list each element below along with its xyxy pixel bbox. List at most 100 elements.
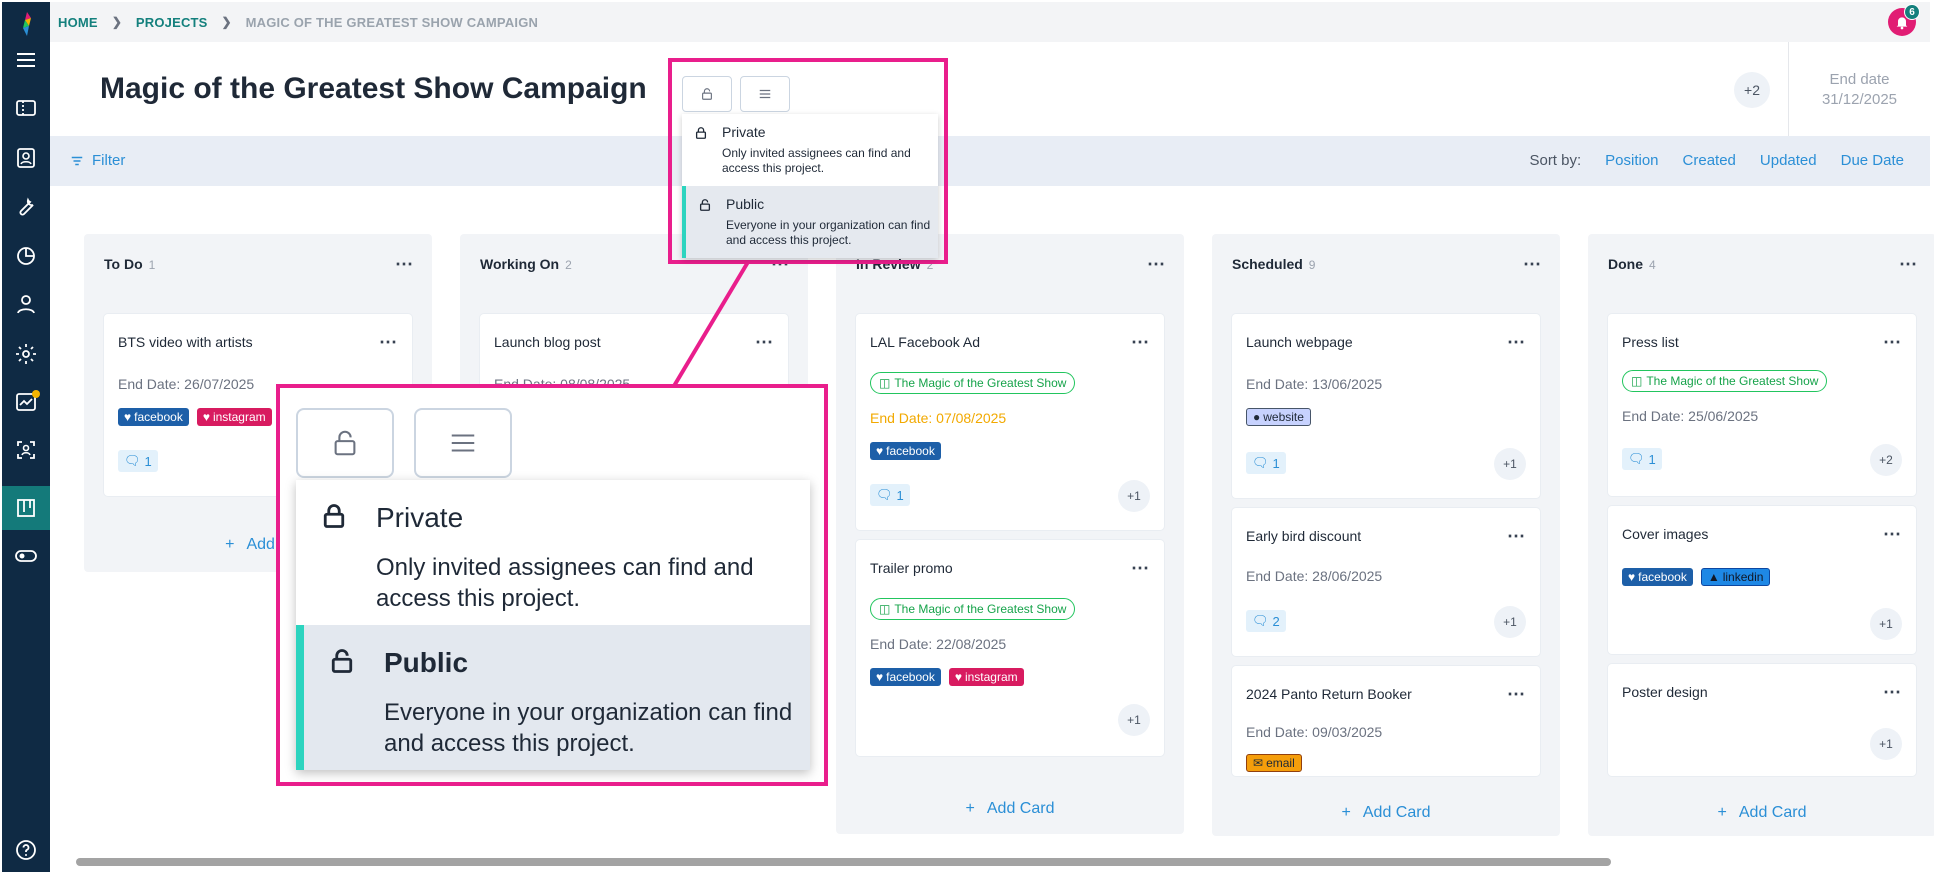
assignees-more-button[interactable]: +2 bbox=[1870, 444, 1902, 476]
kanban-board-icon[interactable] bbox=[2, 486, 50, 530]
comments-badge[interactable]: 🗨 1 bbox=[1622, 448, 1662, 470]
sort-position[interactable]: Position bbox=[1605, 152, 1658, 169]
column-menu-button[interactable]: ⋯ bbox=[1147, 254, 1166, 275]
card-menu-button[interactable]: ⋯ bbox=[1507, 684, 1526, 705]
column-menu-button[interactable]: ⋯ bbox=[1899, 254, 1918, 275]
sort-due-date[interactable]: Due Date bbox=[1841, 152, 1904, 169]
board-horizontal-scrollbar[interactable] bbox=[72, 856, 1922, 868]
add-card-button[interactable]: + Add Card bbox=[836, 800, 1184, 818]
visibility-option-public[interactable]: Public Everyone in your organization can… bbox=[296, 625, 810, 770]
sort-created[interactable]: Created bbox=[1683, 152, 1736, 169]
filter-bar: Filter Sort by: Position Created Updated… bbox=[50, 136, 1930, 186]
more-menu-button-zoomed[interactable] bbox=[414, 408, 512, 478]
column-count: 2 bbox=[565, 258, 572, 272]
project-header: Magic of the Greatest Show Campaign +2 E… bbox=[50, 42, 1930, 136]
end-date[interactable]: End date 31/12/2025 bbox=[1788, 42, 1930, 136]
assignees-more-button[interactable]: +1 bbox=[1494, 448, 1526, 480]
filter-button[interactable]: Filter bbox=[70, 152, 125, 169]
campaign-badge[interactable]: ◫ The Magic of the Greatest Show bbox=[870, 598, 1076, 620]
assignees-more-button[interactable]: +1 bbox=[1870, 608, 1902, 640]
card-menu-button[interactable]: ⋯ bbox=[1131, 332, 1150, 353]
card[interactable]: Early bird discount ⋯ End Date: 28/06/20… bbox=[1232, 508, 1540, 656]
notifications-button[interactable]: 6 bbox=[1888, 4, 1920, 36]
column-in-review: In Review 2 ⋯ LAL Facebook Ad ⋯ ◫ The Magi… bbox=[836, 234, 1184, 834]
card-menu-button[interactable]: ⋯ bbox=[1131, 558, 1150, 579]
unlock-icon bbox=[699, 199, 711, 211]
menu-icon[interactable] bbox=[2, 38, 50, 82]
card-end-date: End Date: 22/08/2025 bbox=[870, 636, 1007, 652]
plus-icon: + bbox=[965, 800, 975, 817]
card[interactable]: Cover images ⋯ ♥ facebook ▲ linkedin +1 bbox=[1608, 506, 1916, 654]
visibility-option-private[interactable]: Private Only invited assignees can find … bbox=[682, 114, 938, 186]
toggle-icon[interactable] bbox=[2, 534, 50, 578]
option-title: Private bbox=[722, 124, 766, 140]
tag-instagram: ♥ instagram bbox=[948, 668, 1024, 686]
wrench-icon[interactable] bbox=[2, 184, 50, 228]
visibility-option-private[interactable]: Private Only invited assignees can find … bbox=[296, 480, 810, 625]
card-menu-button[interactable]: ⋯ bbox=[1883, 332, 1902, 353]
breadcrumb-home[interactable]: HOME bbox=[58, 15, 98, 30]
card-menu-button[interactable]: ⋯ bbox=[755, 332, 774, 353]
card-end-date: End Date: 28/06/2025 bbox=[1246, 568, 1383, 584]
card-menu-button[interactable]: ⋯ bbox=[379, 332, 398, 353]
tag-instagram: ♥ instagram bbox=[196, 408, 272, 426]
visibility-menu-zoomed: Private Only invited assignees can find … bbox=[296, 480, 810, 770]
add-card-button[interactable]: + Add Card bbox=[1588, 804, 1934, 822]
card[interactable]: Launch webpage ⋯ End Date: 13/06/2025 ● w… bbox=[1232, 314, 1540, 498]
column-title: To Do 1 bbox=[104, 256, 156, 272]
visibility-option-public[interactable]: Public Everyone in your organization can… bbox=[682, 186, 938, 258]
card-menu-button[interactable]: ⋯ bbox=[1883, 524, 1902, 545]
assignees-more-button[interactable]: +1 bbox=[1118, 480, 1150, 512]
comments-badge[interactable]: 🗨 1 bbox=[118, 450, 158, 472]
assignees-more-button[interactable]: +2 bbox=[1734, 72, 1770, 108]
visibility-menu: Private Only invited assignees can find … bbox=[682, 114, 938, 258]
tag-facebook: ♥ facebook bbox=[1622, 568, 1693, 586]
sort-label: Sort by: bbox=[1529, 152, 1582, 169]
assignees-more-button[interactable]: +1 bbox=[1118, 704, 1150, 736]
help-icon[interactable] bbox=[2, 828, 50, 872]
pie-chart-icon[interactable] bbox=[2, 234, 50, 278]
breadcrumb: HOME ❯ PROJECTS ❯ MAGIC OF THE GREATEST … bbox=[50, 2, 1930, 42]
card[interactable]: LAL Facebook Ad ⋯ ◫ The Magic of the Grea… bbox=[856, 314, 1164, 530]
assignees-more-button[interactable]: +1 bbox=[1494, 606, 1526, 638]
add-card-button[interactable]: + Add Card bbox=[1212, 804, 1560, 822]
column-count: 9 bbox=[1308, 258, 1316, 272]
option-description: Everyone in your organization can find a… bbox=[726, 218, 931, 247]
face-scan-icon[interactable] bbox=[2, 428, 50, 472]
column-menu-button[interactable]: ⋯ bbox=[395, 254, 414, 275]
comments-badge[interactable]: 🗨 1 bbox=[870, 484, 910, 506]
ticket-icon[interactable] bbox=[2, 86, 50, 130]
more-menu-button[interactable] bbox=[740, 76, 790, 112]
contacts-icon[interactable] bbox=[2, 136, 50, 180]
visibility-button[interactable] bbox=[682, 76, 732, 112]
settings-gear-icon[interactable] bbox=[2, 332, 50, 376]
card[interactable]: Trailer promo ⋯ ◫ The Magic of the Greate… bbox=[856, 540, 1164, 756]
card[interactable]: Press list ⋯ ◫ The Magic of the Greatest … bbox=[1608, 314, 1916, 496]
breadcrumb-projects[interactable]: PROJECTS bbox=[136, 15, 208, 30]
card-menu-button[interactable]: ⋯ bbox=[1507, 526, 1526, 547]
visibility-button-zoomed[interactable] bbox=[296, 408, 394, 478]
campaign-badge[interactable]: ◫ The Magic of the Greatest Show bbox=[870, 372, 1076, 394]
plus-icon: + bbox=[225, 536, 235, 553]
scrollbar-thumb[interactable] bbox=[76, 858, 1611, 866]
card-title: Launch webpage bbox=[1246, 334, 1353, 350]
column-title: Working On 2 bbox=[480, 256, 572, 272]
card[interactable]: Poster design ⋯ +1 bbox=[1608, 664, 1916, 776]
card[interactable]: 2024 Panto Return Booker ⋯ End Date: 09/… bbox=[1232, 666, 1540, 776]
campaign-badge[interactable]: ◫ The Magic of the Greatest Show bbox=[1622, 370, 1828, 392]
end-date-value: 31/12/2025 bbox=[1821, 91, 1898, 108]
column-menu-button[interactable]: ⋯ bbox=[1523, 254, 1542, 275]
analytics-icon[interactable] bbox=[2, 380, 50, 424]
assignees-more-button[interactable]: +1 bbox=[1870, 728, 1902, 760]
column-scheduled: Scheduled 9 ⋯ Launch webpage ⋯ End Date: … bbox=[1212, 234, 1598, 836]
app-logo-icon[interactable] bbox=[16, 10, 38, 38]
sort-updated[interactable]: Updated bbox=[1760, 152, 1817, 169]
comments-badge[interactable]: 🗨 1 bbox=[1246, 452, 1286, 474]
comments-badge[interactable]: 🗨 2 bbox=[1246, 610, 1286, 632]
lock-icon bbox=[323, 504, 345, 528]
column-title: Done 4 bbox=[1608, 256, 1656, 272]
user-icon[interactable] bbox=[2, 282, 50, 326]
card-end-date: End Date: 09/03/2025 bbox=[1246, 724, 1383, 740]
card-menu-button[interactable]: ⋯ bbox=[1507, 332, 1526, 353]
card-menu-button[interactable]: ⋯ bbox=[1883, 682, 1902, 703]
